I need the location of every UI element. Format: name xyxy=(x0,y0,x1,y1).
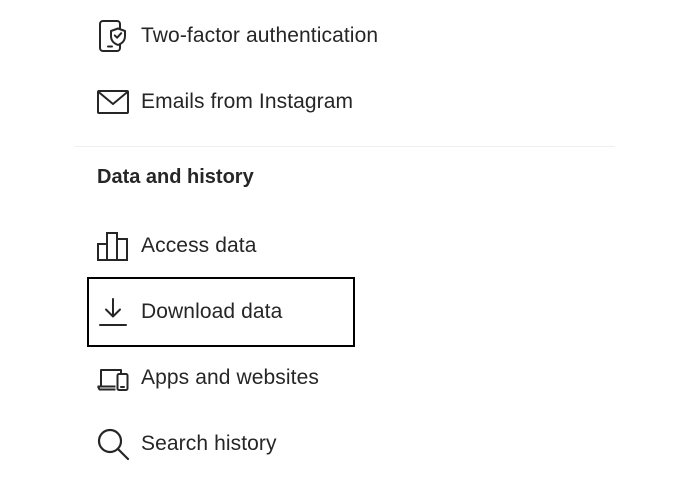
search-icon xyxy=(96,427,130,461)
bar-chart-icon xyxy=(96,229,130,263)
menu-item-two-factor-authentication[interactable]: Two-factor authentication xyxy=(96,16,378,56)
section-title: Data and history xyxy=(97,166,254,188)
menu-item-download-data[interactable]: Download data xyxy=(96,292,282,332)
section-divider xyxy=(75,146,615,147)
menu-item-label: Apps and websites xyxy=(141,366,319,389)
menu-item-label: Search history xyxy=(141,432,277,455)
menu-item-search-history[interactable]: Search history xyxy=(96,424,277,464)
menu-item-label: Download data xyxy=(141,300,283,323)
menu-item-access-data[interactable]: Access data xyxy=(96,226,257,266)
menu-item-label: Access data xyxy=(141,234,257,257)
menu-item-apps-and-websites[interactable]: Apps and websites xyxy=(96,358,319,398)
menu-item-label: Emails from Instagram xyxy=(141,90,354,113)
download-icon xyxy=(96,295,130,329)
menu-item-label: Two-factor authentication xyxy=(141,24,379,47)
menu-item-emails-from-instagram[interactable]: Emails from Instagram xyxy=(96,82,353,122)
mail-envelope-icon xyxy=(96,85,130,119)
two-factor-phone-shield-icon xyxy=(96,19,130,53)
laptop-phone-icon xyxy=(96,361,130,395)
